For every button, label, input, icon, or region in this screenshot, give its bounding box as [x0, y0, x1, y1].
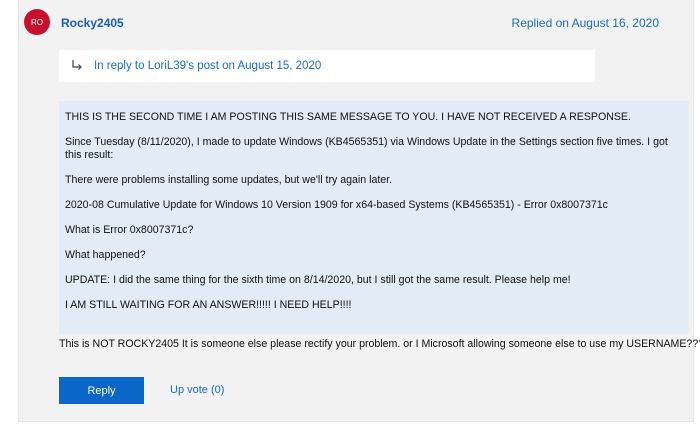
- reply-button[interactable]: Reply: [59, 377, 144, 404]
- quote-paragraph: Since Tuesday (8/11/2020), I made to upd…: [65, 136, 668, 161]
- upvote-link[interactable]: Up vote (0): [170, 384, 224, 396]
- reply-card: RO Rocky2405 Replied on August 16, 2020 …: [18, 0, 700, 422]
- quote-paragraph: What is Error 0x8007371c?: [65, 224, 194, 236]
- replied-date: Replied on August 16, 2020: [511, 16, 659, 30]
- reply-body-text: This is NOT ROCKY2405 It is someone else…: [59, 338, 700, 350]
- quote-paragraph: What happened?: [65, 249, 146, 261]
- quoted-message: THIS IS THE SECOND TIME I AM POSTING THI…: [59, 101, 689, 334]
- in-reply-to-box: In reply to LoriL39's post on August 15,…: [59, 50, 595, 82]
- quote-paragraph: I AM STILL WAITING FOR AN ANSWER!!!!! I …: [65, 299, 352, 311]
- avatar[interactable]: RO: [24, 9, 50, 35]
- quote-paragraph: UPDATE: I did the same thing for the six…: [65, 274, 571, 286]
- in-reply-to-link[interactable]: In reply to LoriL39's post on August 15,…: [94, 60, 321, 72]
- username-link[interactable]: Rocky2405: [61, 16, 124, 30]
- quote-paragraph: There were problems installing some upda…: [65, 174, 393, 186]
- quote-paragraph: THIS IS THE SECOND TIME I AM POSTING THI…: [65, 111, 631, 123]
- reply-arrow-icon: [70, 59, 84, 73]
- quote-paragraph: 2020-08 Cumulative Update for Windows 10…: [65, 199, 608, 211]
